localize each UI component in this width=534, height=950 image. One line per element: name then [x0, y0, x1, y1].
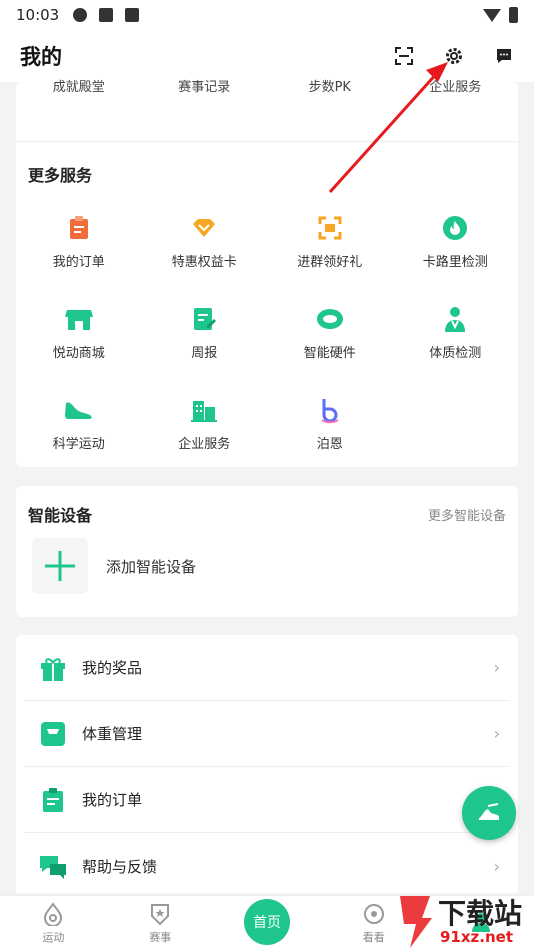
- service-science-sport[interactable]: 科学运动: [16, 378, 142, 469]
- service-label: 体质检测: [429, 346, 482, 361]
- menu-list-card: 我的奖品 › 体重管理 › 我的订单 帮助与反馈 ›: [16, 635, 518, 893]
- gift-icon: [38, 653, 68, 683]
- chevron-right-icon: ›: [493, 724, 500, 743]
- profile-icon: [471, 912, 490, 932]
- services-card: 成就殿堂 赛事记录 步数PK 企业服务 更多服务 我的订单 特惠权益卡 进群领好…: [16, 81, 519, 469]
- diamond-icon: [189, 213, 219, 243]
- message-icon[interactable]: [494, 46, 514, 66]
- eye-icon: [363, 903, 384, 924]
- status-time: 10:03: [16, 6, 60, 24]
- notification-app-icon: [73, 8, 88, 22]
- plus-icon: [32, 538, 88, 594]
- notification-a-icon: [99, 8, 114, 22]
- bottom-tab-bar: 运动 赛事 首页 看看: [0, 895, 534, 950]
- service-weekly-report[interactable]: 周报: [142, 287, 268, 378]
- chevron-right-icon: ›: [493, 856, 500, 876]
- shoe-icon: [64, 395, 94, 425]
- tab-look[interactable]: 看看: [320, 896, 427, 950]
- home-icon: 首页: [243, 899, 290, 945]
- scan-group-icon: [315, 213, 345, 243]
- band-icon: [315, 304, 345, 334]
- list-item-my-prizes[interactable]: 我的奖品 ›: [24, 635, 510, 701]
- service-smart-hardware[interactable]: 智能硬件: [267, 287, 393, 378]
- report-icon: [189, 304, 219, 334]
- service-join-group[interactable]: 进群领好礼: [267, 196, 393, 287]
- list-item-label: 我的奖品: [82, 659, 143, 677]
- service-label: 进群领好礼: [297, 255, 363, 270]
- drop-icon: [44, 901, 63, 926]
- service-label: 智能硬件: [303, 346, 356, 361]
- status-bar: 10:03: [0, 0, 534, 30]
- boen-icon: [315, 395, 345, 425]
- service-label: 周报: [191, 346, 218, 361]
- service-label: 特惠权益卡: [171, 255, 237, 270]
- add-device-button[interactable]: 添加智能设备: [16, 526, 518, 606]
- list-item-label: 帮助与反馈: [82, 857, 158, 876]
- running-shoe-icon: [479, 803, 499, 820]
- tab-sport[interactable]: 运动: [0, 896, 107, 950]
- list-item-my-orders[interactable]: 我的订单: [24, 767, 510, 833]
- service-label: 卡路里检测: [422, 255, 488, 270]
- shortcut-achievements[interactable]: 成就殿堂: [16, 81, 142, 141]
- scale-icon: [38, 719, 68, 749]
- battery-icon: [509, 7, 518, 23]
- service-enterprise[interactable]: 企业服务: [142, 378, 268, 469]
- list-item-help-feedback[interactable]: 帮助与反馈 ›: [24, 833, 510, 899]
- shield-star-icon: [151, 903, 170, 925]
- order-icon: [38, 785, 68, 815]
- tab-label: 赛事: [149, 930, 172, 944]
- service-boen[interactable]: 泊恩: [267, 378, 393, 469]
- top-shortcuts-row: 成就殿堂 赛事记录 步数PK 企业服务: [16, 81, 519, 142]
- service-label: 我的订单: [52, 255, 105, 270]
- notification-y-icon: [125, 8, 140, 22]
- doctor-icon: [440, 304, 470, 334]
- service-fitness-test[interactable]: 体质检测: [393, 287, 519, 378]
- shortcut-enterprise[interactable]: 企业服务: [393, 81, 519, 141]
- settings-gear-icon[interactable]: [444, 46, 464, 66]
- tab-label: 运动: [42, 930, 65, 944]
- wifi-icon: [483, 8, 501, 22]
- tab-label: 看看: [362, 930, 385, 944]
- chat-icon: [38, 851, 68, 881]
- more-devices-link[interactable]: 更多智能设备: [428, 505, 506, 524]
- service-mall[interactable]: 悦动商城: [16, 287, 142, 378]
- list-item-label: 体重管理: [82, 725, 143, 743]
- chevron-right-icon: ›: [493, 658, 500, 677]
- list-item-weight[interactable]: 体重管理 ›: [24, 701, 510, 767]
- smart-devices-title: 智能设备: [28, 506, 93, 525]
- building-icon: [189, 395, 219, 425]
- scan-icon[interactable]: [394, 46, 414, 66]
- flame-icon: [440, 213, 470, 243]
- services-grid: 我的订单 特惠权益卡 进群领好礼 卡路里检测 悦动商城 周报 智能硬件 体质检测…: [16, 186, 518, 469]
- tab-events[interactable]: 赛事: [107, 896, 214, 950]
- service-label: 企业服务: [178, 437, 231, 452]
- tab-home[interactable]: 首页: [214, 896, 321, 950]
- floating-run-button[interactable]: [462, 786, 516, 840]
- service-calorie-check[interactable]: 卡路里检测: [393, 196, 519, 287]
- page-title: 我的: [20, 45, 62, 69]
- service-my-orders[interactable]: 我的订单: [16, 196, 142, 287]
- tab-profile[interactable]: [427, 896, 534, 950]
- status-system-icons: [483, 7, 518, 23]
- smart-devices-card: 智能设备 更多智能设备 添加智能设备: [16, 486, 518, 617]
- app-header: 我的: [0, 30, 534, 82]
- shortcut-race-records[interactable]: 赛事记录: [142, 81, 268, 141]
- service-discount-card[interactable]: 特惠权益卡: [142, 196, 268, 287]
- list-item-label: 我的订单: [82, 791, 143, 809]
- service-label: 悦动商城: [52, 346, 105, 361]
- shortcut-steps-pk[interactable]: 步数PK: [267, 81, 393, 141]
- add-device-label: 添加智能设备: [106, 557, 197, 576]
- shop-icon: [64, 304, 94, 334]
- status-notifications: [73, 8, 140, 22]
- order-icon: [64, 213, 94, 243]
- service-label: 泊恩: [316, 437, 343, 452]
- service-label: 科学运动: [52, 437, 105, 452]
- more-services-title: 更多服务: [28, 166, 93, 185]
